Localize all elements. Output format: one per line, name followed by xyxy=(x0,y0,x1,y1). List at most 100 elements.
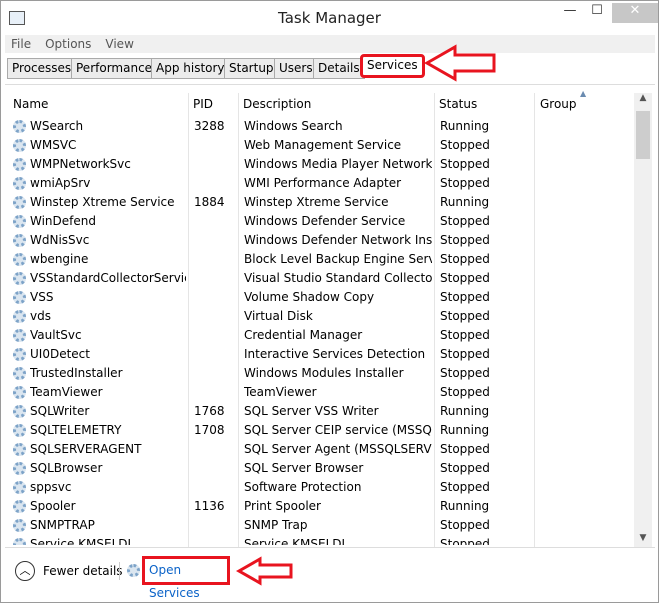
service-name: SQLTELEMETRY xyxy=(30,423,122,437)
column-description[interactable]: Description xyxy=(243,97,311,111)
service-gear-icon xyxy=(13,424,26,437)
service-description: WMI Performance Adapter xyxy=(244,176,402,190)
service-status: Running xyxy=(440,404,490,418)
service-description: Visual Studio Standard Collector ... xyxy=(244,271,432,285)
service-description: SQL Server Browser xyxy=(244,461,364,475)
fewer-details-button[interactable]: ︿ Fewer details xyxy=(15,561,123,581)
table-body: WSearch 3288 Windows Search Running WMSV… xyxy=(5,117,635,545)
service-gear-icon xyxy=(13,329,26,342)
service-status: Stopped xyxy=(440,442,490,456)
service-name: WSearch xyxy=(30,119,84,133)
scroll-up-icon[interactable]: ▲ xyxy=(634,93,652,103)
service-status: Stopped xyxy=(440,385,490,399)
service-gear-icon xyxy=(13,500,26,513)
tab-startup[interactable]: Startup xyxy=(224,58,279,79)
service-name: SQLBrowser xyxy=(30,461,103,475)
fewer-details-label: Fewer details xyxy=(43,564,123,578)
menu-bar: File Options View xyxy=(5,35,655,53)
table-row[interactable]: WinDefend Windows Defender Service Stopp… xyxy=(5,212,635,231)
table-row[interactable]: SQLBrowser SQL Server Browser Stopped xyxy=(5,459,635,478)
table-row[interactable]: WSearch 3288 Windows Search Running xyxy=(5,117,635,136)
table-row[interactable]: Spooler 1136 Print Spooler Running xyxy=(5,497,635,516)
table-row[interactable]: TrustedInstaller Windows Modules Install… xyxy=(5,364,635,383)
service-description: Winstep Xtreme Service xyxy=(244,195,389,209)
service-status: Stopped xyxy=(440,366,490,380)
divider xyxy=(119,562,120,580)
service-description: Windows Search xyxy=(244,119,343,133)
table-row[interactable]: VSStandardCollectorService... Visual Stu… xyxy=(5,269,635,288)
service-description: Print Spooler xyxy=(244,499,321,513)
tab-users[interactable]: Users xyxy=(274,58,318,79)
table-row[interactable]: wbengine Block Level Backup Engine Servi… xyxy=(5,250,635,269)
table-row[interactable]: TeamViewer TeamViewer Stopped xyxy=(5,383,635,402)
service-gear-icon xyxy=(13,215,26,228)
chevron-up-icon: ︿ xyxy=(15,561,35,581)
service-gear-icon xyxy=(13,272,26,285)
table-row[interactable]: WdNisSvc Windows Defender Network Insp..… xyxy=(5,231,635,250)
table-row[interactable]: SQLTELEMETRY 1708 SQL Server CEIP servic… xyxy=(5,421,635,440)
table-row[interactable]: SQLSERVERAGENT SQL Server Agent (MSSQLSE… xyxy=(5,440,635,459)
service-description: Software Protection xyxy=(244,480,362,494)
column-pid[interactable]: PID xyxy=(193,97,213,111)
service-gear-icon xyxy=(13,538,26,545)
menu-view[interactable]: View xyxy=(105,37,133,51)
service-gear-icon xyxy=(13,348,26,361)
column-group[interactable]: Group xyxy=(540,97,577,111)
table-row[interactable]: SNMPTRAP SNMP Trap Stopped xyxy=(5,516,635,535)
service-status: Stopped xyxy=(440,138,490,152)
table-row[interactable]: sppsvc Software Protection Stopped xyxy=(5,478,635,497)
service-gear-icon xyxy=(13,158,26,171)
tab-performance[interactable]: Performance xyxy=(71,58,158,79)
scrollbar-thumb[interactable] xyxy=(636,111,650,159)
table-row[interactable]: VaultSvc Credential Manager Stopped xyxy=(5,326,635,345)
table-row[interactable]: WMPNetworkSvc Windows Media Player Netwo… xyxy=(5,155,635,174)
service-name: Winstep Xtreme Service xyxy=(30,195,175,209)
tab-details[interactable]: Details xyxy=(313,58,365,79)
table-row[interactable]: wmiApSrv WMI Performance Adapter Stopped xyxy=(5,174,635,193)
maximize-button[interactable]: ☐ xyxy=(583,3,611,23)
column-status[interactable]: Status xyxy=(439,97,477,111)
vertical-scrollbar[interactable]: ▲ ▼ xyxy=(634,93,652,547)
service-status: Stopped xyxy=(440,518,490,532)
table-row[interactable]: WMSVC Web Management Service Stopped xyxy=(5,136,635,155)
tab-bar: Processes Performance App history Startu… xyxy=(5,44,655,83)
red-arrow-annotation-icon xyxy=(423,44,496,82)
column-name[interactable]: Name xyxy=(13,97,48,111)
service-name: VaultSvc xyxy=(30,328,82,342)
table-row[interactable]: SQLWriter 1768 SQL Server VSS Writer Run… xyxy=(5,402,635,421)
service-gear-icon xyxy=(13,481,26,494)
service-gear-icon xyxy=(13,462,26,475)
close-button[interactable]: ✕ xyxy=(612,3,658,23)
sort-ascending-icon: ▲ xyxy=(580,89,587,98)
service-name: Service KMSELDI xyxy=(30,537,132,545)
table-row[interactable]: VSS Volume Shadow Copy Stopped xyxy=(5,288,635,307)
service-name: TrustedInstaller xyxy=(30,366,123,380)
service-name: WMSVC xyxy=(30,138,77,152)
service-name: SQLSERVERAGENT xyxy=(30,442,142,456)
service-status: Stopped xyxy=(440,252,490,266)
service-gear-icon xyxy=(13,139,26,152)
menu-options[interactable]: Options xyxy=(45,37,91,51)
minimize-button[interactable]: — xyxy=(556,3,584,23)
service-status: Stopped xyxy=(440,157,490,171)
service-status: Stopped xyxy=(440,290,490,304)
table-row[interactable]: Winstep Xtreme Service 1884 Winstep Xtre… xyxy=(5,193,635,212)
service-description: SQL Server CEIP service (MSSQLS... xyxy=(244,423,432,437)
service-gear-icon xyxy=(13,519,26,532)
service-status: Running xyxy=(440,195,490,209)
service-status: Stopped xyxy=(440,537,490,545)
table-row[interactable]: vds Virtual Disk Stopped xyxy=(5,307,635,326)
service-name: wmiApSrv xyxy=(30,176,91,190)
open-services-link[interactable]: Open Services xyxy=(142,556,230,600)
service-name: WMPNetworkSvc xyxy=(30,157,131,171)
tab-services[interactable]: Services xyxy=(360,54,425,78)
table-row[interactable]: UI0Detect Interactive Services Detection… xyxy=(5,345,635,364)
service-gear-icon xyxy=(13,367,26,380)
tab-processes[interactable]: Processes xyxy=(7,58,77,79)
scroll-down-icon[interactable]: ▼ xyxy=(634,533,652,543)
table-row[interactable]: Service KMSELDI Service KMSELDI Stopped xyxy=(5,535,635,545)
menu-file[interactable]: File xyxy=(11,37,31,51)
tab-app-history[interactable]: App history xyxy=(151,58,230,79)
service-pid: 1136 xyxy=(194,499,225,513)
table-header: Name PID Description Status Group ▲ xyxy=(5,89,635,115)
